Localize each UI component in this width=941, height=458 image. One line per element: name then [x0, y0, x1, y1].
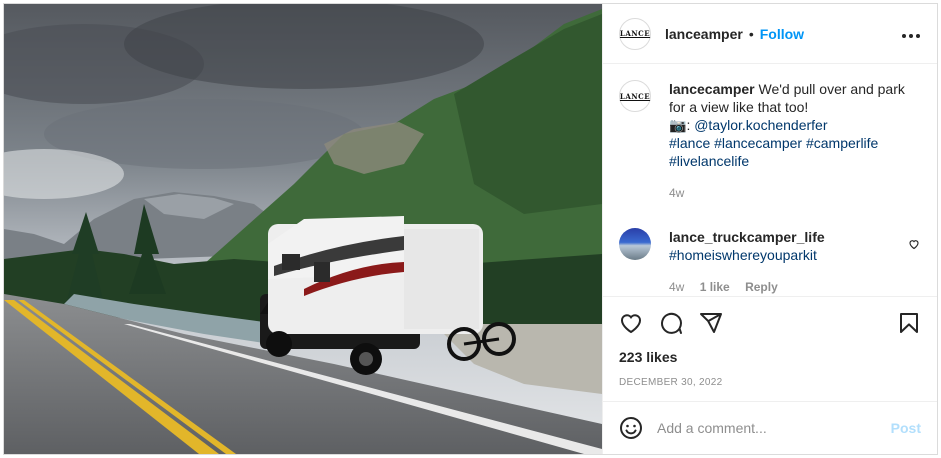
- share-icon[interactable]: [699, 311, 723, 335]
- post-dialog: LANCE lanceamper • Follow LANCE lancecam…: [3, 3, 938, 455]
- likes-count[interactable]: 223 likes: [603, 349, 937, 365]
- comment-item: lance_truckcamper_life #homeiswhereyoupa…: [619, 228, 921, 296]
- truck-camper-road-photo: [4, 4, 602, 454]
- reply-button[interactable]: Reply: [745, 280, 778, 294]
- credit-handle-link[interactable]: @taylor.kochenderfer: [694, 117, 827, 133]
- account-avatar[interactable]: LANCE: [619, 17, 651, 50]
- comments-section: LANCE lancecamper We'd pull over and par…: [603, 64, 937, 297]
- avatar-logo-text: LANCE: [619, 29, 651, 38]
- hashtags-line-1[interactable]: #lance #lancecamper #camperlife: [669, 135, 878, 151]
- avatar-logo-text: LANCE: [619, 91, 651, 101]
- post-comment-button[interactable]: Post: [891, 420, 921, 436]
- separator-dot: •: [748, 25, 754, 42]
- comment-hashtag[interactable]: #homeiswhereyouparkit: [669, 247, 817, 263]
- bookmark-icon[interactable]: [897, 311, 921, 335]
- caption-time[interactable]: 4w: [669, 186, 684, 200]
- action-bar: [603, 297, 937, 349]
- comment-like-heart-icon[interactable]: [907, 238, 921, 250]
- commenter-avatar[interactable]: [619, 228, 651, 260]
- caption-username[interactable]: lancecamper: [669, 81, 755, 97]
- caption-avatar[interactable]: LANCE: [619, 80, 651, 112]
- post-header: LANCE lanceamper • Follow: [603, 4, 937, 64]
- follow-button[interactable]: Follow: [760, 26, 804, 42]
- post-photo[interactable]: [4, 4, 602, 454]
- post-side-panel: LANCE lanceamper • Follow LANCE lancecam…: [602, 4, 937, 454]
- comment-username[interactable]: lance_truckcamper_life: [669, 229, 825, 245]
- more-icon[interactable]: [901, 23, 921, 44]
- comment-input[interactable]: [657, 420, 891, 436]
- comment-time[interactable]: 4w: [669, 280, 684, 294]
- emoji-icon[interactable]: [619, 416, 643, 440]
- post-date: DECEMBER 30, 2022: [619, 377, 723, 388]
- heart-icon[interactable]: [619, 311, 643, 335]
- comment-icon[interactable]: [659, 311, 683, 335]
- comment-composer: Post: [603, 401, 937, 454]
- comment-meta: 4w 1 like Reply: [669, 278, 897, 296]
- caption: LANCE lancecamper We'd pull over and par…: [619, 80, 921, 202]
- caption-meta: 4w: [669, 184, 921, 202]
- account-username[interactable]: lanceamper: [665, 26, 743, 42]
- hashtags-line-2[interactable]: #livelancelife: [669, 153, 749, 169]
- comment-likes[interactable]: 1 like: [700, 280, 730, 294]
- camera-icon: 📷: [669, 117, 687, 133]
